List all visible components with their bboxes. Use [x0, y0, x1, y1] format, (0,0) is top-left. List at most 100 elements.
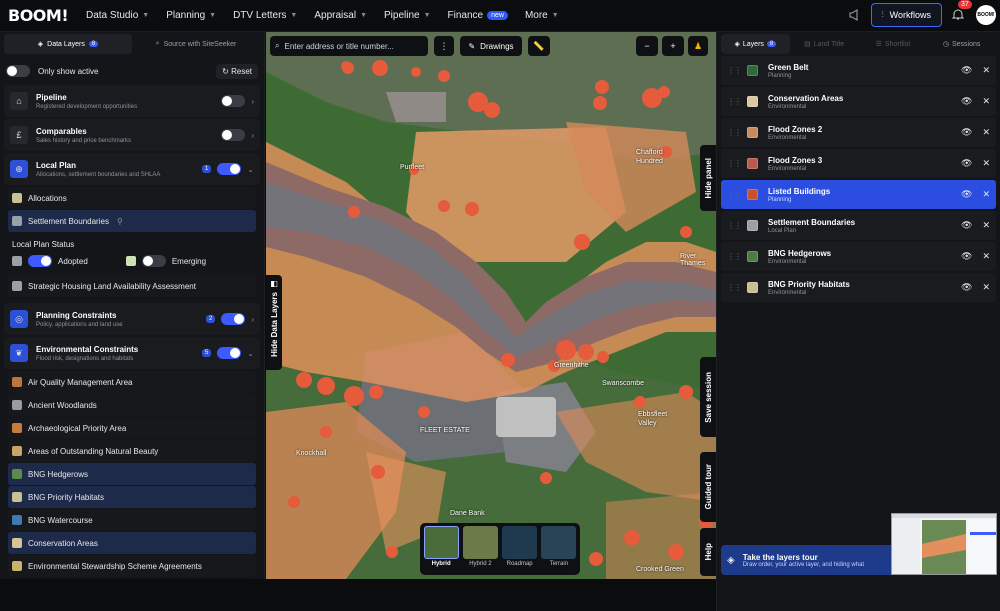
hide-data-layers-tab[interactable]: ◧ Hide Data Layers: [266, 275, 282, 370]
measure-button[interactable]: 📏: [528, 36, 550, 56]
guided-tour-tab[interactable]: Guided tour: [700, 452, 716, 522]
nav-planning[interactable]: Planning ▼: [166, 10, 216, 21]
nav-dtv-letters[interactable]: DTV Letters ▼: [233, 10, 297, 21]
close-icon[interactable]: ✕: [982, 158, 990, 169]
group-local-plan[interactable]: ⊕ Local Plan Allocations, settlement boun…: [4, 153, 260, 185]
list-item-env-layer[interactable]: Archaeological Priority Area: [8, 417, 256, 439]
list-item-env-layer[interactable]: BNG Watercourse: [8, 509, 256, 531]
only-active-toggle[interactable]: [6, 65, 30, 77]
nav-finance[interactable]: Finance new: [448, 10, 508, 21]
layer-row[interactable]: ⋮⋮ Flood Zones 3 Environmental 👁 ✕: [721, 149, 996, 178]
tab-shortlist[interactable]: ☰ Shortlist: [859, 34, 928, 54]
emerging-toggle[interactable]: [141, 255, 166, 267]
tab-layers[interactable]: ◈ Layers 8: [721, 34, 790, 54]
megaphone-icon[interactable]: [849, 9, 861, 21]
env-toggle[interactable]: [217, 347, 242, 359]
avatar[interactable]: BOOM!: [976, 5, 996, 25]
drawings-button[interactable]: ✎ Drawings: [460, 36, 522, 56]
layer-row[interactable]: ⋮⋮ BNG Hedgerows Environmental 👁 ✕: [721, 242, 996, 271]
close-icon[interactable]: ✕: [982, 96, 990, 107]
drag-handle-icon[interactable]: ⋮⋮: [727, 252, 742, 261]
eye-icon[interactable]: 👁: [961, 96, 972, 107]
layer-row[interactable]: ⋮⋮ Settlement Boundaries Local Plan 👁 ✕: [721, 211, 996, 240]
layer-row[interactable]: ⋮⋮ Flood Zones 2 Environmental 👁 ✕: [721, 118, 996, 147]
layer-row[interactable]: ⋮⋮ Conservation Areas Environmental 👁 ✕: [721, 87, 996, 116]
save-session-tab[interactable]: Save session: [700, 357, 716, 437]
street-view-pegman[interactable]: ♟: [688, 36, 708, 56]
drag-handle-icon[interactable]: ⋮⋮: [727, 66, 742, 75]
close-icon[interactable]: ✕: [982, 220, 990, 231]
eye-icon[interactable]: 👁: [961, 158, 972, 169]
eye-icon[interactable]: 👁: [961, 251, 972, 262]
pipeline-toggle[interactable]: [221, 95, 246, 107]
chevron-down-icon[interactable]: ⌄: [247, 349, 254, 358]
tab-land-title[interactable]: ▤ Land Title: [790, 34, 859, 54]
layer-row[interactable]: ⋮⋮ BNG Priority Habitats Environmental 👁 ✕: [721, 273, 996, 302]
drag-handle-icon[interactable]: ⋮⋮: [727, 128, 742, 137]
screenshot-preview-thumbnail[interactable]: [891, 513, 997, 575]
eye-icon[interactable]: 👁: [961, 189, 972, 200]
basemap-terrain[interactable]: Terrain: [541, 526, 577, 572]
list-item-env-layer[interactable]: BNG Priority Habitats ⚲: [8, 64, 1000, 611]
group-comparables[interactable]: £ Comparables Sales history and price ben…: [4, 119, 260, 151]
tab-sessions[interactable]: ◷ Sessions: [927, 34, 996, 54]
close-icon[interactable]: ✕: [982, 251, 990, 262]
more-options-button[interactable]: ⋮: [434, 36, 454, 56]
drag-handle-icon[interactable]: ⋮⋮: [727, 159, 742, 168]
hide-panel-tab[interactable]: Hide panel: [700, 145, 716, 211]
zoom-in-button[interactable]: +: [662, 36, 684, 56]
bell-icon[interactable]: 37: [951, 0, 972, 22]
chevron-right-icon[interactable]: ›: [251, 97, 254, 106]
list-item-env-layer[interactable]: Conservation Areas ⚲: [8, 64, 1000, 611]
close-icon[interactable]: ✕: [982, 65, 990, 76]
group-environmental-constraints[interactable]: ❦ Environmental Constraints Flood risk, d…: [4, 337, 260, 369]
eye-icon[interactable]: 👁: [961, 65, 972, 76]
chevron-right-icon[interactable]: ›: [251, 131, 254, 140]
close-icon[interactable]: ✕: [982, 282, 990, 293]
list-item-env-layer[interactable]: BNG Hedgerows ⚲: [8, 64, 1000, 611]
group-pipeline[interactable]: ⌂ Pipeline Registered development opportu…: [4, 85, 260, 117]
chevron-down-icon[interactable]: ⌄: [247, 165, 254, 174]
list-item-allocations[interactable]: Allocations: [8, 187, 256, 209]
adopted-toggle[interactable]: [28, 255, 52, 267]
address-search-input[interactable]: ⌕ Enter address or title number...: [270, 36, 428, 56]
group-planning-constraints[interactable]: ◎ Planning Constraints Policy, applicatio…: [4, 303, 260, 335]
drag-handle-icon[interactable]: ⋮⋮: [727, 190, 742, 199]
eye-icon[interactable]: 👁: [961, 220, 972, 231]
nav-data-studio[interactable]: Data Studio ▼: [86, 10, 149, 21]
layer-row[interactable]: ⋮⋮ Green Belt Planning 👁 ✕: [721, 56, 996, 85]
list-item-shlaa[interactable]: Strategic Housing Land Availability Asse…: [8, 275, 256, 297]
zoom-out-button[interactable]: −: [636, 36, 658, 56]
basemap-hybrid[interactable]: Hybrid: [423, 526, 459, 572]
tab-source-siteseeker[interactable]: ⌕ Source with SiteSeeker: [132, 34, 260, 54]
drag-handle-icon[interactable]: ⋮⋮: [727, 97, 742, 106]
nav-pipeline[interactable]: Pipeline ▼: [384, 10, 431, 21]
close-icon[interactable]: ✕: [982, 189, 990, 200]
map-canvas[interactable]: Purfleet Chafford Hundred Greenhithe Swa…: [266, 32, 716, 579]
help-tab[interactable]: Help: [700, 528, 716, 576]
layer-row[interactable]: ⋮⋮ Listed Buildings Planning 👁 ✕: [721, 180, 996, 209]
eye-icon[interactable]: 👁: [961, 127, 972, 138]
planning-toggle[interactable]: [221, 313, 246, 325]
nav-more[interactable]: More ▼: [525, 10, 559, 21]
local-plan-toggle[interactable]: [217, 163, 242, 175]
chevron-right-icon[interactable]: ›: [251, 315, 254, 324]
workflows-button[interactable]: ⫶ Workflows: [870, 3, 942, 27]
list-item-env-layer[interactable]: Ancient Woodlands: [8, 394, 256, 416]
eye-icon[interactable]: 👁: [961, 282, 972, 293]
brand-logo[interactable]: BOOM!: [8, 6, 70, 25]
list-item-env-layer[interactable]: Environmental Stewardship Scheme Agreeme…: [8, 555, 256, 577]
drag-handle-icon[interactable]: ⋮⋮: [727, 221, 742, 230]
close-icon[interactable]: ✕: [982, 127, 990, 138]
tab-data-layers[interactable]: ◈ Data Layers 8: [4, 34, 132, 54]
list-item-env-layer[interactable]: Areas of Outstanding Natural Beauty: [8, 440, 256, 462]
filter-icon[interactable]: ⚲: [117, 217, 123, 226]
basemap-hybrid-2[interactable]: Hybrid 2: [462, 526, 498, 572]
nav-appraisal[interactable]: Appraisal ▼: [314, 10, 367, 21]
list-item-env-layer[interactable]: Air Quality Management Area: [8, 371, 256, 393]
reset-button[interactable]: ↻ Reset: [216, 63, 258, 79]
comparables-toggle[interactable]: [221, 129, 246, 141]
list-item-settlement-boundaries[interactable]: Settlement Boundaries ⌄ ⚲: [8, 64, 1000, 611]
basemap-roadmap[interactable]: Roadmap: [502, 526, 538, 572]
drag-handle-icon[interactable]: ⋮⋮: [727, 283, 742, 292]
